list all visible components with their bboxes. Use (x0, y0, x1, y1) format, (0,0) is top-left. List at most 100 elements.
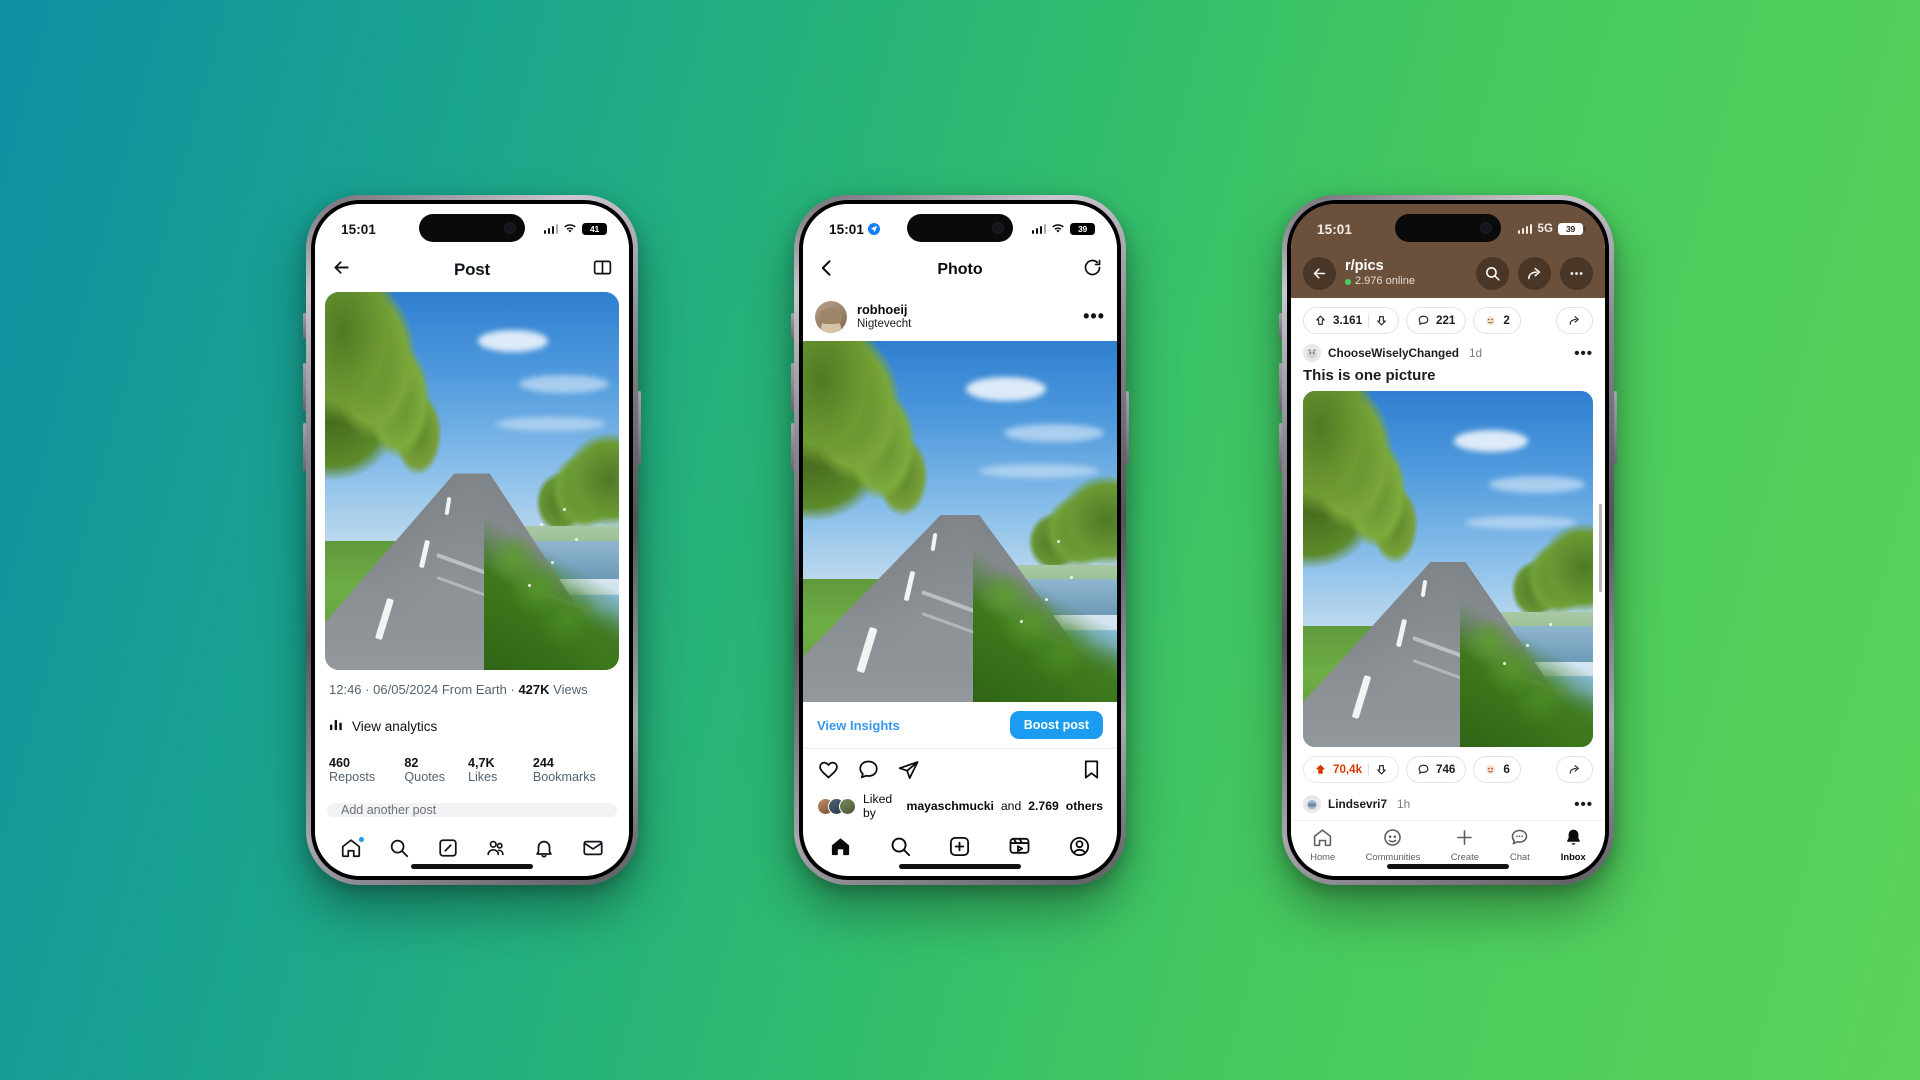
reply-placeholder: Add another post (341, 803, 437, 817)
award-icon (1486, 765, 1496, 774)
dynamic-island (1395, 214, 1501, 242)
liked-by-username[interactable]: mayaschmucki (907, 799, 994, 813)
dynamic-island (419, 214, 525, 242)
post-location[interactable]: Nigtevecht (857, 317, 911, 331)
post-image-container[interactable] (1303, 391, 1593, 747)
subreddit-name[interactable]: r/pics (1345, 258, 1415, 275)
comment-icon[interactable] (857, 758, 880, 786)
instagram-header: Photo (803, 248, 1117, 292)
views-label: Views (553, 682, 588, 697)
battery-indicator: 39 (1558, 222, 1583, 236)
online-count: 2.976 online (1345, 275, 1415, 288)
ellipsis-icon[interactable] (1560, 256, 1593, 290)
view-analytics-label: View analytics (352, 718, 438, 734)
comments-pill-top[interactable]: 221 (1406, 307, 1467, 334)
liked-by-row[interactable]: Liked by mayaschmucki and 2.769 others (803, 790, 1117, 826)
search-icon[interactable] (1476, 256, 1509, 290)
paper-plane-icon[interactable] (897, 758, 920, 786)
post-photo (325, 292, 619, 670)
avatar[interactable] (1303, 344, 1321, 362)
status-time: 15:01 (1317, 221, 1353, 237)
tab-communities[interactable] (485, 837, 507, 864)
post-image-container[interactable] (803, 341, 1117, 703)
tab-communities[interactable]: Communities (1366, 827, 1420, 862)
count-item: 460 Reposts (329, 756, 376, 784)
next-comment-row[interactable]: Lindsevri7 1h ••• (1291, 789, 1605, 815)
post-photo (1303, 391, 1593, 747)
bottom-post-action-bar: 70,4k 746 6 (1291, 747, 1605, 789)
post-meta: 12:46 · 06/05/2024 From Earth · 427K Vie… (315, 670, 629, 707)
ellipsis-icon[interactable]: ••• (1574, 796, 1593, 813)
post-author-row[interactable]: robhoeij Nigtevecht ••• (803, 292, 1117, 341)
post-author[interactable]: ChooseWiselyChanged (1328, 346, 1459, 360)
post-age: 1d (1469, 346, 1483, 360)
view-insights-link[interactable]: View Insights (817, 718, 900, 733)
page-title: Photo (937, 261, 983, 278)
network-label: 5G (1537, 223, 1553, 235)
comment-author[interactable]: Lindsevri7 (1328, 797, 1387, 811)
liked-by-conjunction: and (1000, 799, 1022, 813)
post-from: From Earth (441, 682, 507, 697)
vote-pill-top[interactable]: 3.161 (1303, 307, 1400, 334)
tab-search[interactable] (889, 835, 912, 863)
ellipsis-icon[interactable]: ••• (1083, 306, 1105, 327)
tab-home[interactable] (340, 835, 366, 864)
tab-inbox[interactable]: Inbox (1561, 827, 1586, 862)
vote-pill-bottom[interactable]: 70,4k (1303, 756, 1400, 783)
comments-pill-bottom[interactable]: 746 (1406, 756, 1467, 783)
award-count: 2 (1503, 314, 1510, 327)
tab-reels[interactable] (1008, 835, 1031, 863)
post-header: ChooseWiselyChanged 1d ••• (1291, 340, 1605, 364)
avatar[interactable] (1303, 795, 1321, 813)
scrollbar[interactable] (1599, 504, 1602, 592)
view-analytics-row[interactable]: View analytics (315, 707, 629, 745)
tab-chat[interactable]: Chat (1509, 827, 1530, 862)
count-item: 82 Quotes (404, 756, 445, 784)
home-badge (358, 835, 366, 843)
tab-notifications[interactable] (533, 837, 555, 864)
post-username[interactable]: robhoeij (857, 302, 911, 318)
wifi-icon (1051, 222, 1065, 237)
liked-by-others-label: others (1065, 799, 1103, 813)
battery-indicator: 39 (1070, 222, 1095, 236)
back-button[interactable] (1303, 256, 1336, 290)
tab-grok[interactable] (437, 837, 459, 864)
top-post-action-bar: 3.161 221 2 (1291, 298, 1605, 340)
avatar[interactable] (815, 300, 847, 333)
post-actions (803, 749, 1117, 790)
engagement-counts: 460 Reposts 82 Quotes 4,7K Likes 244 Boo… (315, 745, 629, 795)
liked-by-prefix: Liked by (863, 792, 893, 820)
share-icon[interactable] (1518, 256, 1551, 290)
cellular-bars-icon (543, 224, 558, 234)
tab-home[interactable]: Home (1310, 827, 1335, 862)
awards-pill-top[interactable]: 2 (1473, 307, 1521, 334)
dynamic-island (907, 214, 1013, 242)
bookmark-icon[interactable] (1080, 758, 1103, 786)
page-title: Post (453, 260, 491, 279)
count-item: 4,7K Likes (467, 756, 498, 784)
share-pill-bottom[interactable] (1556, 756, 1593, 783)
heart-icon[interactable] (817, 758, 840, 786)
share-pill-top[interactable] (1556, 307, 1593, 334)
tab-messages[interactable] (582, 837, 604, 864)
upvote-count: 70,4k (1333, 763, 1363, 776)
comment-age: 1h (1397, 797, 1411, 811)
post-image-container[interactable] (315, 292, 629, 670)
tab-home[interactable] (829, 835, 852, 863)
tab-profile[interactable] (1068, 835, 1091, 863)
insights-row: View Insights Boost post (803, 702, 1117, 748)
meta-sep-1: · (365, 682, 370, 697)
reply-input[interactable]: Add another post (327, 803, 617, 817)
tab-create[interactable]: Create (1451, 827, 1479, 862)
ellipsis-icon[interactable]: ••• (1574, 345, 1593, 362)
reader-mode-icon[interactable] (592, 257, 613, 283)
tab-search[interactable] (388, 837, 410, 864)
reddit-header: r/pics 2.976 online (1291, 248, 1605, 298)
boost-post-button[interactable]: Boost post (1009, 711, 1103, 740)
awards-pill-bottom[interactable]: 6 (1473, 756, 1521, 783)
cellular-bars-icon (1031, 224, 1046, 234)
liked-by-others-count: 2.769 (1028, 799, 1059, 813)
tab-create[interactable] (948, 835, 971, 863)
post-date: 06/05/2024 (373, 682, 439, 697)
back-button[interactable] (331, 257, 352, 283)
